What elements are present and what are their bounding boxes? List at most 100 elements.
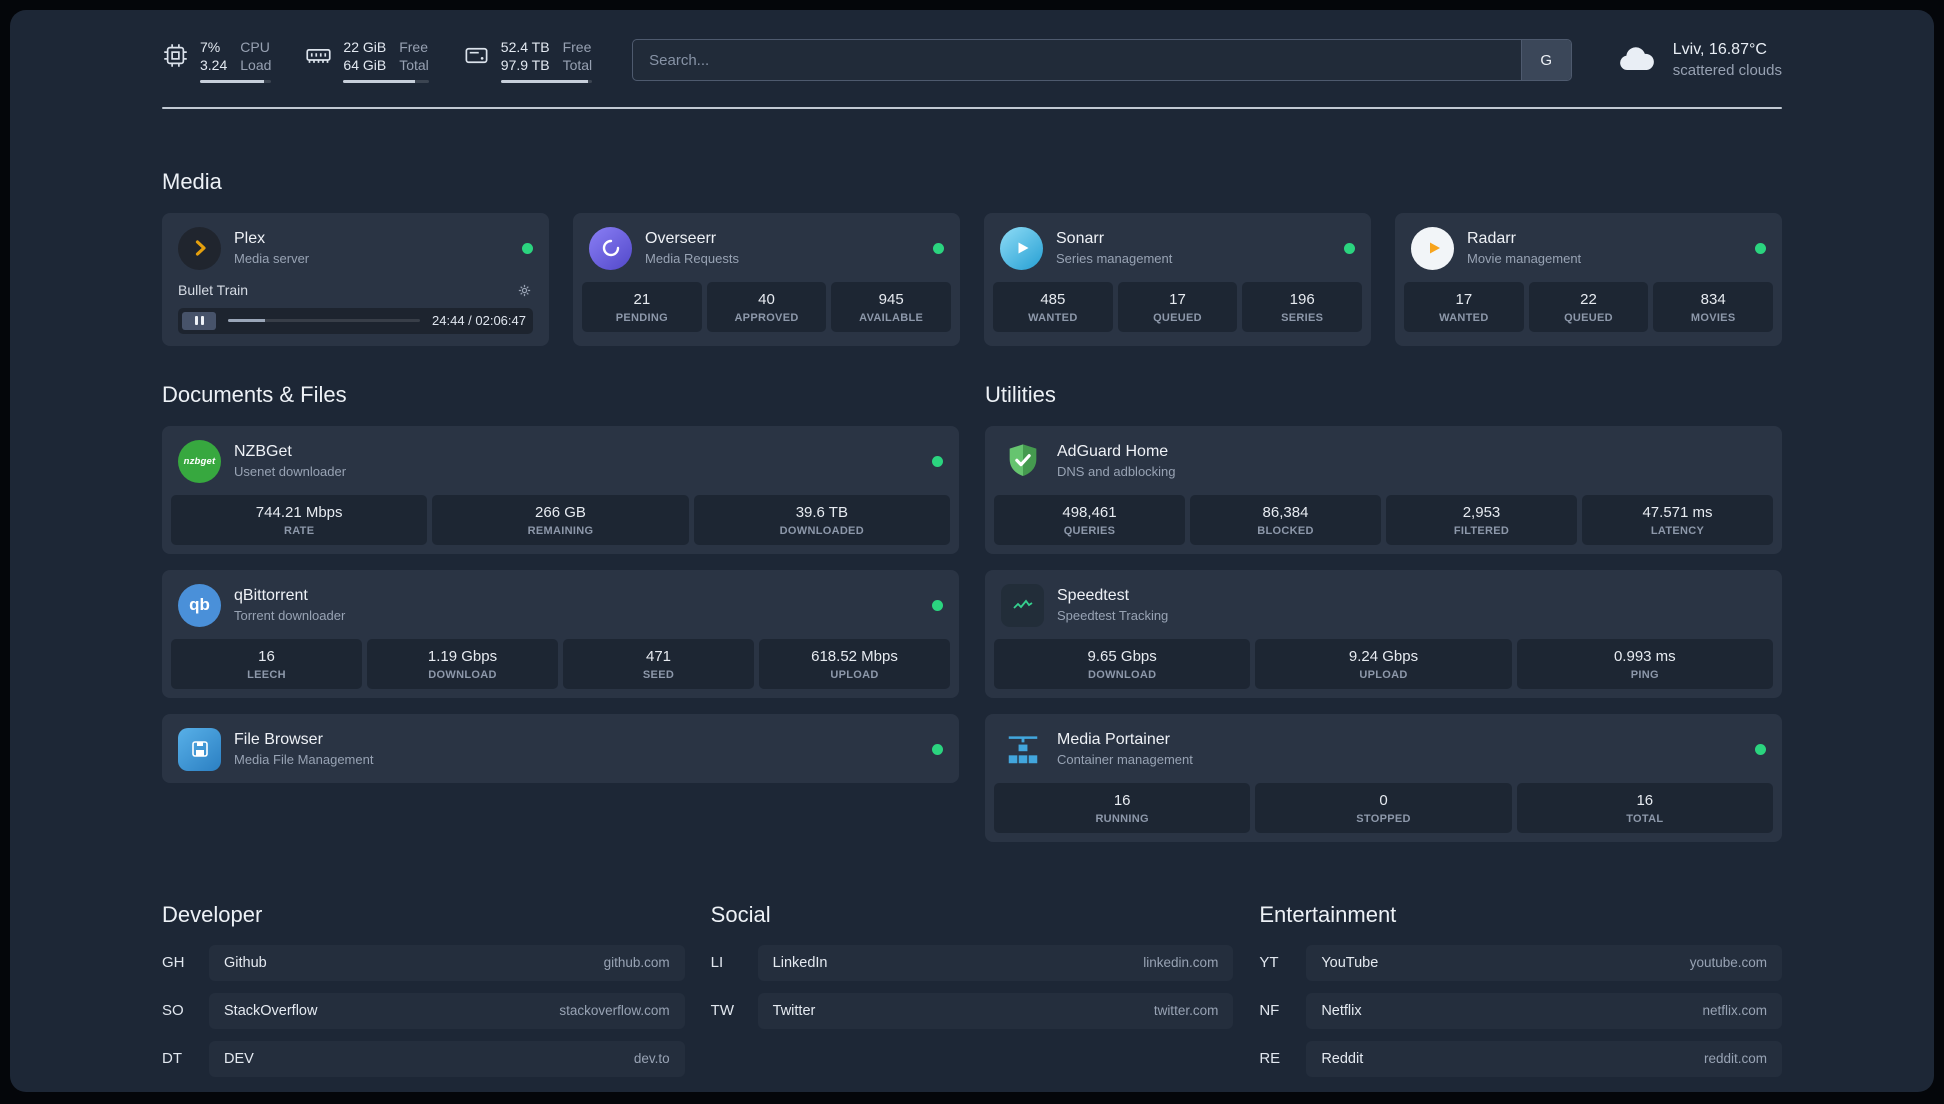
plex-icon <box>178 226 221 270</box>
stat-ping: 0.993 ms PING <box>1516 638 1773 689</box>
service-name: NZBGet <box>234 443 292 461</box>
stat-total: 16 TOTAL <box>1516 782 1773 833</box>
status-dot <box>1755 242 1766 254</box>
section-title-documents: Documents & Files <box>162 381 347 407</box>
speedtest-card[interactable]: Speedtest Speedtest Tracking 9.65 Gbps D… <box>985 569 1782 698</box>
resource-metrics: 7% 3.24 CPU Load 22 GiB 64 GiB Free Tota… <box>162 38 593 83</box>
filebrowser-icon <box>178 727 221 771</box>
bookmark-link[interactable]: YouTube youtube.com <box>1306 944 1782 981</box>
service-name: File Browser <box>234 731 323 749</box>
search-input[interactable] <box>633 40 1521 81</box>
bookmarks-social: Social LI LinkedIn linkedin.com TW Twitt… <box>711 902 1234 1077</box>
service-name: Radarr <box>1467 230 1516 248</box>
adguard-icon <box>1001 440 1044 483</box>
portainer-icon <box>1001 728 1044 771</box>
filebrowser-card[interactable]: File Browser Media File Management <box>162 713 959 783</box>
service-name: Media Portainer <box>1057 731 1170 749</box>
weather-widget: Lviv, 16.87°C scattered clouds <box>1612 40 1782 80</box>
speedtest-icon <box>1001 583 1044 627</box>
bookmark-link[interactable]: StackOverflow stackoverflow.com <box>209 992 685 1029</box>
status-dot <box>932 455 943 467</box>
bookmark-github: GH Github github.com <box>162 944 685 981</box>
nzbget-card[interactable]: nzbget NZBGet Usenet downloader 744.21 M… <box>162 425 959 554</box>
service-description: Container management <box>1057 752 1193 768</box>
sonarr-icon <box>1000 226 1043 270</box>
bookmark-link[interactable]: Reddit reddit.com <box>1306 1040 1782 1077</box>
status-dot <box>522 242 533 254</box>
disk-metric: 52.4 TB 97.9 TB Free Total <box>463 38 593 83</box>
pause-button[interactable] <box>182 311 216 330</box>
memory-icon <box>306 49 331 63</box>
now-playing-title: Bullet Train <box>178 282 249 299</box>
stat-latency: 47.571 ms LATENCY <box>1582 494 1773 545</box>
overseerr-icon <box>589 226 632 270</box>
cpu-load-label: Load <box>240 57 272 74</box>
service-name: AdGuard Home <box>1057 443 1169 461</box>
overseerr-card[interactable]: Overseerr Media Requests 21 PENDING 40 A… <box>573 212 960 346</box>
cloud-icon <box>1619 47 1654 71</box>
disk-icon <box>465 47 488 64</box>
portainer-card[interactable]: Media Portainer Container management 16 … <box>985 713 1782 842</box>
stat-wanted: 485 WANTED <box>993 281 1113 332</box>
stat-series: 196 SERIES <box>1242 281 1363 332</box>
qbittorrent-card[interactable]: qb qBittorrent Torrent downloader 16 LEE… <box>162 569 959 698</box>
nzbget-icon: nzbget <box>178 439 221 483</box>
bookmark-link[interactable]: Github github.com <box>209 944 685 981</box>
cpu-load-value: 3.24 <box>200 57 228 74</box>
stat-queued: 22 QUEUED <box>1528 281 1649 332</box>
service-description: Torrent downloader <box>234 608 346 624</box>
section-title-developer: Developer <box>162 901 263 927</box>
memory-metric: 22 GiB 64 GiB Free Total <box>305 38 429 83</box>
stat-movies: 834 MOVIES <box>1653 281 1774 332</box>
status-dot <box>1755 743 1766 755</box>
search-provider-button[interactable]: G <box>1520 40 1571 81</box>
qbittorrent-icon: qb <box>178 583 221 627</box>
disk-total-label: Total <box>562 57 593 74</box>
cpu-metric: 7% 3.24 CPU Load <box>162 38 272 83</box>
service-name: Speedtest <box>1057 587 1130 605</box>
bookmark-link[interactable]: DEV dev.to <box>209 1040 685 1077</box>
bookmark-link[interactable]: Netflix netflix.com <box>1306 992 1782 1029</box>
service-description: Usenet downloader <box>234 464 347 480</box>
stat-blocked: 86,384 BLOCKED <box>1190 494 1381 545</box>
bookmarks-entertainment: Entertainment YT YouTube youtube.com NF … <box>1259 902 1782 1077</box>
status-dot <box>933 242 944 254</box>
header: 7% 3.24 CPU Load 22 GiB 64 GiB Free Tota… <box>162 10 1782 83</box>
plex-card[interactable]: Plex Media server Bullet Train 24:44 / 0… <box>162 212 549 346</box>
radarr-card[interactable]: Radarr Movie management 17 WANTED 22 QUE… <box>1395 212 1782 346</box>
memory-total-value: 64 GiB <box>343 57 387 74</box>
sonarr-card[interactable]: Sonarr Series management 485 WANTED 17 Q… <box>984 212 1371 346</box>
disk-free-label: Free <box>562 39 592 55</box>
bookmark-link[interactable]: Twitter twitter.com <box>757 992 1234 1029</box>
stat-running: 16 RUNNING <box>994 782 1251 833</box>
bookmark-link[interactable]: LinkedIn linkedin.com <box>757 944 1234 981</box>
gear-icon[interactable] <box>516 282 533 299</box>
bookmark-stackoverflow: SO StackOverflow stackoverflow.com <box>162 992 685 1029</box>
media-grid: Plex Media server Bullet Train 24:44 / 0… <box>162 212 1782 346</box>
stat-queries: 498,461 QUERIES <box>994 494 1185 545</box>
stat-approved: 40 APPROVED <box>706 281 827 332</box>
service-description: Media File Management <box>234 752 374 768</box>
stat-stopped: 0 STOPPED <box>1255 782 1512 833</box>
memory-free-label: Free <box>399 39 429 55</box>
cpu-icon <box>164 44 187 67</box>
playback-progress-bar[interactable] <box>228 319 421 323</box>
stat-leech: 16 LEECH <box>171 638 362 689</box>
service-description: Movie management <box>1467 251 1582 267</box>
cpu-label: CPU <box>240 39 270 55</box>
radarr-icon <box>1411 226 1454 270</box>
adguard-card[interactable]: AdGuard Home DNS and adblocking 498,461 … <box>985 425 1782 554</box>
disk-free-value: 52.4 TB <box>500 39 550 55</box>
service-name: Overseerr <box>645 230 717 248</box>
stat-rate: 744.21 Mbps RATE <box>171 494 428 545</box>
disk-total-value: 97.9 TB <box>500 57 550 74</box>
stat-available: 945 AVAILABLE <box>831 281 952 332</box>
section-title-entertainment: Entertainment <box>1259 901 1397 927</box>
service-description: DNS and adblocking <box>1057 464 1176 480</box>
playback-time: 24:44 / 02:06:47 <box>432 313 526 329</box>
stat-upload: 9.24 Gbps UPLOAD <box>1255 638 1512 689</box>
search-bar: G <box>632 39 1572 82</box>
service-name: qBittorrent <box>234 587 308 605</box>
bookmark-linkedin: LI LinkedIn linkedin.com <box>711 944 1234 981</box>
stat-download: 9.65 Gbps DOWNLOAD <box>994 638 1251 689</box>
